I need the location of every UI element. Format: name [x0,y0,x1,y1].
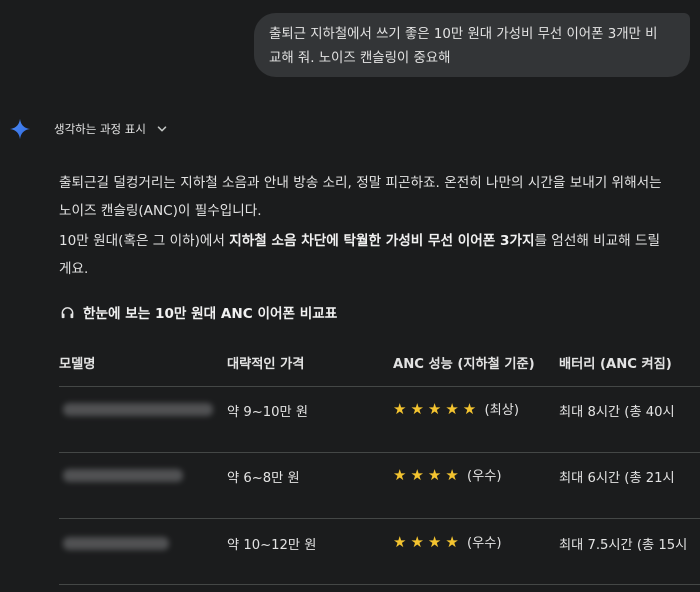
row-2-anc-label: (우수) [467,469,502,484]
header-model: 모델명 [59,357,96,372]
row-3-anc: ★★★★ (우수) [393,532,502,551]
gemini-sparkle-icon [9,118,31,140]
user-message-bubble: 출퇴근 지하철에서 쓰기 좋은 10만 원대 가성비 무선 이어폰 3개만 비 … [254,13,690,77]
response-paragraph-1: 출퇴근길 덜컹거리는 지하철 소음과 안내 방송 소리, 정말 피곤하죠. 온전… [59,169,689,225]
user-message-line-1: 출퇴근 지하철에서 쓰기 좋은 10만 원대 가성비 무선 이어폰 3개만 비 [269,27,658,42]
response-p1-line-1: 출퇴근길 덜컹거리는 지하철 소음과 안내 방송 소리, 정말 피곤하죠. 온전… [59,175,662,191]
row-1-price: 약 9~10만 원 [227,405,309,420]
section-heading: 한눈에 보는 10만 원대 ANC 이어폰 비교표 [60,299,337,325]
model-name-redacted [63,403,213,416]
show-thinking-toggle[interactable]: 생각하는 과정 표시 [54,119,168,139]
chevron-down-icon [157,126,167,132]
row-1-battery: 최대 8시간 (총 40시 [559,405,675,420]
header-price: 대략적인 가격 [227,357,305,372]
header-divider [59,386,700,387]
row-divider [59,452,700,453]
row-divider [59,518,700,519]
comparison-table: 모델명 대략적인 가격 ANC 성능 (지하철 기준) 배터리 (ANC 켜짐)… [59,341,700,592]
star-rating: ★★★★ [393,466,463,484]
row-1-anc-label: (최상) [484,403,520,418]
section-title: 한눈에 보는 10만 원대 ANC 이어폰 비교표 [83,306,338,322]
response-paragraph-2: 10만 원대(혹은 그 이하)에서 지하철 소음 차단에 탁월한 가성비 무선 … [59,227,689,283]
row-3-battery: 최대 7.5시간 (총 15시 [559,538,688,553]
response-p2-line-2: 게요. [59,261,89,277]
star-rating: ★★★★★ [393,400,481,418]
row-2-battery: 최대 6시간 (총 21시 [559,471,675,486]
user-message-line-2: 교해 줘. 노이즈 캔슬링이 중요해 [269,51,451,66]
response-p1-line-2: 노이즈 캔슬링(ANC)이 필수입니다. [59,203,262,219]
star-rating: ★★★★ [393,533,463,551]
response-p2-post: 를 엄선해 비교해 드릴 [534,233,661,249]
response-p2-bold: 지하철 소음 차단에 탁월한 가성비 무선 이어폰 3가지 [229,233,535,249]
row-divider [59,584,700,585]
model-name-redacted [63,537,169,550]
headphones-icon [61,306,74,318]
row-3-price: 약 10~12만 원 [227,538,317,553]
show-thinking-label: 생각하는 과정 표시 [54,122,146,136]
row-2-price: 약 6~8만 원 [227,471,300,486]
header-anc: ANC 성능 (지하철 기준) [393,357,535,372]
header-battery: 배터리 (ANC 켜짐) [559,357,672,372]
row-1-anc: ★★★★★ (최상) [393,399,519,418]
model-name-redacted [63,469,183,482]
row-2-anc: ★★★★ (우수) [393,465,502,484]
response-p2-pre: 10만 원대(혹은 그 이하)에서 [59,233,230,249]
row-3-anc-label: (우수) [467,536,502,551]
